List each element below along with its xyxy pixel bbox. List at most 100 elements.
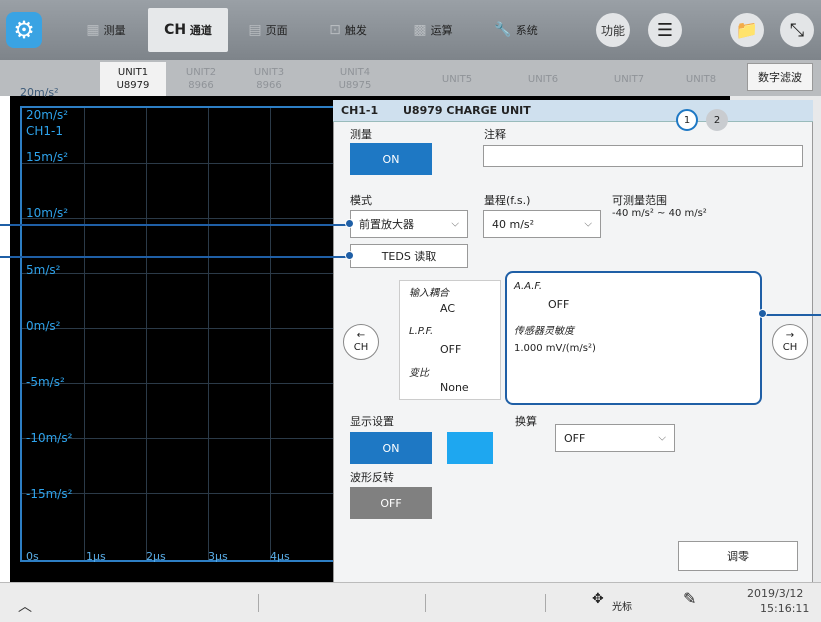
y-label: -10m/s² — [26, 431, 73, 445]
arrow-left-icon: ← — [356, 330, 366, 341]
tab-calc[interactable]: ▩ 运算 — [395, 8, 471, 52]
status-bar — [0, 582, 821, 622]
page-1-button[interactable]: 1 — [676, 109, 698, 131]
prev-channel-label: CH — [353, 342, 369, 353]
tab-measure[interactable]: ▦ 测量 — [68, 8, 144, 52]
range-value: 40 m/s² — [492, 217, 535, 231]
comment-label: 注释 — [484, 128, 506, 141]
unit-model: 8966 — [188, 80, 214, 91]
callout-dot-sensor — [758, 309, 767, 318]
arrow-right-icon: → — [785, 330, 795, 341]
unit-tab-3[interactable]: UNIT3 8966 — [236, 62, 302, 96]
y-label: 5m/s² — [26, 263, 61, 277]
usb-drive-icon: ✎ — [683, 589, 697, 608]
callout-dot-mode — [345, 219, 354, 228]
tab-trigger[interactable]: ⊡ 触发 — [310, 8, 386, 52]
unit-model: 8966 — [256, 80, 282, 91]
cursor-label: 光标 — [612, 602, 632, 613]
x-label: 4μs — [270, 550, 290, 563]
ratio-label: 变比 — [409, 368, 429, 379]
digital-filter-button[interactable]: 数字滤波 — [747, 63, 813, 91]
y-label: 20m/s² — [26, 108, 69, 122]
status-divider — [258, 594, 259, 612]
measure-icon: ▦ — [86, 22, 100, 38]
wrench-icon: 🔧 — [494, 22, 512, 38]
folder-icon[interactable]: 📁 — [730, 13, 764, 47]
x-label: 1μs — [86, 550, 106, 563]
tab-channel[interactable]: CH 通道 — [148, 8, 228, 52]
page-2-button[interactable]: 2 — [706, 109, 728, 131]
unit-tab-2[interactable]: UNIT2 8966 — [168, 62, 234, 96]
tab-page[interactable]: ▤ 页面 — [232, 8, 304, 52]
next-channel-button[interactable]: → CH — [772, 324, 808, 360]
display-toggle[interactable]: ON — [350, 432, 432, 464]
y-label: -15m/s² — [26, 487, 73, 501]
callout-box-sensor — [505, 271, 762, 405]
ghost-scale-label: 20m/s² — [20, 86, 59, 99]
teds-read-button[interactable]: TEDS 读取 — [350, 244, 468, 268]
display-label: 显示设置 — [350, 415, 394, 428]
expand-arrows-icon[interactable]: ⤡ — [780, 13, 814, 47]
measurable-value: -40 m/s² ~ 40 m/s² — [612, 208, 707, 219]
convert-label: 换算 — [515, 415, 537, 428]
x-label: 3μs — [208, 550, 228, 563]
unit-tab-8[interactable]: UNIT8 — [668, 62, 734, 96]
measure-toggle[interactable]: ON — [350, 143, 432, 175]
callout-line-mode — [0, 224, 350, 226]
mode-label: 模式 — [350, 194, 372, 207]
input-coupling-value: AC — [440, 302, 456, 315]
status-divider — [545, 594, 546, 612]
next-channel-label: CH — [782, 342, 798, 353]
convert-select[interactable]: OFF ⌵ — [555, 424, 675, 452]
unit-model: U8975 — [338, 80, 372, 91]
function-button[interactable]: 功能 — [596, 13, 630, 47]
cursor-icon[interactable]: ✥ — [592, 591, 604, 607]
list-menu-icon[interactable]: ☰ — [648, 13, 682, 47]
unit-name: UNIT2 — [185, 67, 217, 78]
tab-system[interactable]: 🔧 系统 — [478, 8, 554, 52]
unit-name: UNIT6 — [527, 73, 559, 85]
invert-toggle[interactable]: OFF — [350, 487, 432, 519]
unit-tab-1[interactable]: UNIT1 U8979 — [100, 62, 166, 96]
mode-select[interactable]: 前置放大器 ⌵ — [350, 210, 468, 238]
tab-calc-label: 运算 — [430, 24, 453, 37]
teds-read-label: TEDS 读取 — [381, 250, 437, 263]
settings-gear-icon[interactable]: ⚙ — [6, 12, 42, 48]
unit-tab-4[interactable]: UNIT4 U8975 — [322, 62, 388, 96]
tab-channel-label: 通道 — [189, 24, 212, 37]
y-label: 0m/s² — [26, 319, 61, 333]
y-label: -5m/s² — [26, 375, 65, 389]
zero-adjust-button[interactable]: 调零 — [678, 541, 798, 571]
input-coupling-label: 输入耦合 — [409, 288, 449, 299]
unit-tab-6[interactable]: UNIT6 — [510, 62, 576, 96]
tab-system-label: 系统 — [515, 24, 538, 37]
range-select[interactable]: 40 m/s² ⌵ — [483, 210, 601, 238]
chevron-up-icon[interactable]: ︿ — [18, 596, 32, 616]
unit-tab-5[interactable]: UNIT5 — [424, 62, 490, 96]
tab-trigger-label: 触发 — [344, 24, 367, 37]
mode-value: 前置放大器 — [359, 218, 414, 231]
ratio-value: None — [440, 381, 469, 394]
prev-channel-button[interactable]: ← CH — [343, 324, 379, 360]
y-label: 15m/s² — [26, 150, 69, 164]
convert-value: OFF — [564, 431, 586, 445]
lpf-label: L.P.F. — [409, 326, 434, 337]
lpf-value: OFF — [440, 343, 462, 356]
status-time: 15:16:11 — [760, 602, 810, 615]
page-icon: ▤ — [248, 22, 262, 38]
chevron-down-icon: ⌵ — [451, 218, 459, 230]
tab-measure-label: 测量 — [103, 24, 126, 37]
unit-model: U8979 — [116, 80, 150, 91]
digital-filter-label: 数字滤波 — [758, 71, 802, 84]
calc-icon: ▩ — [413, 22, 427, 38]
unit-name: UNIT8 — [685, 73, 717, 85]
unit-name: UNIT4 — [339, 67, 371, 78]
unit-tab-7[interactable]: UNIT7 — [596, 62, 662, 96]
waveform-color-swatch[interactable] — [447, 432, 493, 464]
dialog-title: U8979 CHARGE UNIT — [403, 104, 531, 117]
comment-input[interactable] — [483, 145, 803, 167]
invert-label: 波形反转 — [350, 471, 394, 484]
callout-dot-teds — [345, 251, 354, 260]
status-date: 2019/3/12 — [747, 587, 804, 600]
zero-adjust-label: 调零 — [727, 550, 749, 563]
